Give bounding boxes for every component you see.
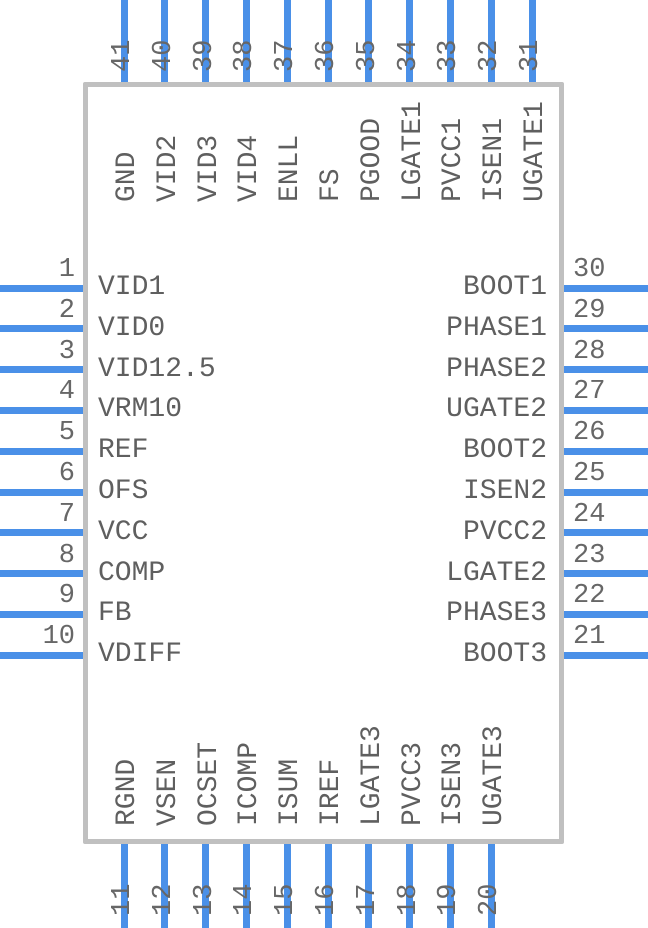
pin-number-8: 8 bbox=[58, 540, 75, 571]
pin-name-24: PVCC2 bbox=[462, 516, 547, 548]
pin-number-11: 11 bbox=[108, 883, 138, 916]
pin-lead-1[interactable] bbox=[0, 284, 83, 292]
pin-name-19: ISEN3 bbox=[438, 741, 470, 826]
pin-lead-23[interactable] bbox=[564, 570, 648, 578]
pin-name-37: ENLL bbox=[275, 134, 307, 202]
pin-number-16: 16 bbox=[312, 883, 342, 916]
pin-number-31: 31 bbox=[516, 39, 546, 72]
pin-number-32: 32 bbox=[475, 39, 506, 72]
pin-number-35: 35 bbox=[352, 39, 383, 72]
pin-name-30: BOOT1 bbox=[462, 272, 547, 303]
pin-number-7: 7 bbox=[58, 499, 75, 530]
pin-lead-6[interactable] bbox=[0, 488, 83, 496]
pin-lead-3[interactable] bbox=[0, 366, 83, 374]
pin-name-26: BOOT2 bbox=[462, 435, 547, 467]
pin-name-36: FS bbox=[316, 168, 347, 202]
pin-name-32: ISEN1 bbox=[479, 117, 511, 202]
pin-name-16: IREF bbox=[316, 758, 347, 826]
pin-name-39: VID3 bbox=[193, 134, 225, 202]
pin-name-18: PVCC3 bbox=[397, 741, 429, 826]
pin-number-33: 33 bbox=[434, 39, 465, 72]
pin-name-41: GND bbox=[112, 151, 143, 202]
pin-number-9: 9 bbox=[58, 581, 75, 612]
pin-number-19: 19 bbox=[434, 883, 465, 916]
pin-lead-22[interactable] bbox=[564, 610, 648, 618]
pin-name-20: UGATE3 bbox=[479, 725, 511, 826]
pin-name-29: PHASE1 bbox=[446, 312, 547, 344]
pin-number-3: 3 bbox=[58, 336, 75, 367]
pin-lead-21[interactable] bbox=[564, 651, 648, 659]
pin-number-36: 36 bbox=[312, 39, 342, 72]
pin-name-12: VSEN bbox=[152, 758, 184, 826]
pin-number-5: 5 bbox=[58, 418, 75, 449]
pin-name-34: LGATE1 bbox=[397, 101, 429, 202]
pin-number-6: 6 bbox=[58, 459, 75, 489]
pin-lead-28[interactable] bbox=[564, 366, 648, 374]
pin-lead-26[interactable] bbox=[564, 447, 648, 455]
pin-lead-5[interactable] bbox=[0, 447, 83, 455]
pin-number-14: 14 bbox=[230, 883, 261, 916]
pin-number-40: 40 bbox=[148, 39, 179, 72]
pin-lead-8[interactable] bbox=[0, 570, 83, 578]
pin-number-41: 41 bbox=[108, 39, 138, 72]
pin-lead-25[interactable] bbox=[564, 488, 648, 496]
pin-number-38: 38 bbox=[230, 39, 261, 72]
pin-lead-10[interactable] bbox=[0, 651, 83, 659]
pin-name-11: RGND bbox=[112, 758, 143, 826]
pin-number-23: 23 bbox=[573, 540, 606, 571]
pin-name-13: OCSET bbox=[193, 741, 225, 826]
pin-number-30: 30 bbox=[573, 255, 606, 285]
pin-name-25: ISEN2 bbox=[462, 476, 547, 507]
pin-number-39: 39 bbox=[189, 39, 220, 72]
pin-number-1: 1 bbox=[58, 255, 75, 285]
pin-lead-2[interactable] bbox=[0, 325, 83, 333]
pin-name-38: VID4 bbox=[234, 134, 266, 202]
pin-name-33: PVCC1 bbox=[438, 117, 470, 202]
pin-name-40: VID2 bbox=[152, 134, 184, 202]
pin-name-22: PHASE3 bbox=[446, 598, 547, 630]
pin-number-21: 21 bbox=[573, 622, 606, 653]
pin-name-14: ICOMP bbox=[234, 741, 266, 826]
pin-number-18: 18 bbox=[393, 883, 424, 916]
pin-number-37: 37 bbox=[271, 39, 302, 72]
pin-lead-4[interactable] bbox=[0, 406, 83, 414]
pin-number-20: 20 bbox=[475, 883, 506, 916]
pin-number-24: 24 bbox=[573, 499, 606, 530]
pin-number-13: 13 bbox=[189, 883, 220, 916]
pin-number-26: 26 bbox=[573, 418, 606, 449]
pin-lead-9[interactable] bbox=[0, 610, 83, 618]
pin-name-31: UGATE1 bbox=[520, 101, 551, 202]
pin-number-28: 28 bbox=[573, 336, 606, 367]
pin-name-17: LGATE3 bbox=[356, 725, 388, 826]
pin-number-17: 17 bbox=[352, 883, 383, 916]
pin-number-4: 4 bbox=[58, 377, 75, 408]
pin-number-25: 25 bbox=[573, 459, 606, 489]
pin-name-15: ISUM bbox=[275, 758, 307, 826]
pin-number-2: 2 bbox=[58, 295, 75, 326]
pin-number-27: 27 bbox=[573, 377, 606, 408]
pin-name-28: PHASE2 bbox=[446, 353, 547, 385]
pin-lead-30[interactable] bbox=[564, 284, 648, 292]
pin-name-21: BOOT3 bbox=[462, 639, 547, 671]
pin-number-10: 10 bbox=[42, 622, 75, 653]
pin-number-34: 34 bbox=[393, 39, 424, 72]
pin-name-35: PGOOD bbox=[356, 117, 388, 202]
ic-pinout-diagram: 1 VID1 2 VID0 3 VID12.5 4 VRM10 5 REF 6 OFS 7 VCC 8 COM… bbox=[0, 0, 648, 928]
pin-name-27: UGATE2 bbox=[446, 394, 547, 426]
pin-lead-29[interactable] bbox=[564, 325, 648, 333]
pin-name-23: LGATE2 bbox=[446, 557, 547, 589]
pin-lead-27[interactable] bbox=[564, 406, 648, 414]
pin-lead-24[interactable] bbox=[564, 529, 648, 537]
pin-number-29: 29 bbox=[573, 295, 606, 326]
pin-number-12: 12 bbox=[148, 883, 179, 916]
pin-lead-7[interactable] bbox=[0, 529, 83, 537]
pin-number-22: 22 bbox=[573, 581, 606, 612]
pin-number-15: 15 bbox=[271, 883, 302, 916]
